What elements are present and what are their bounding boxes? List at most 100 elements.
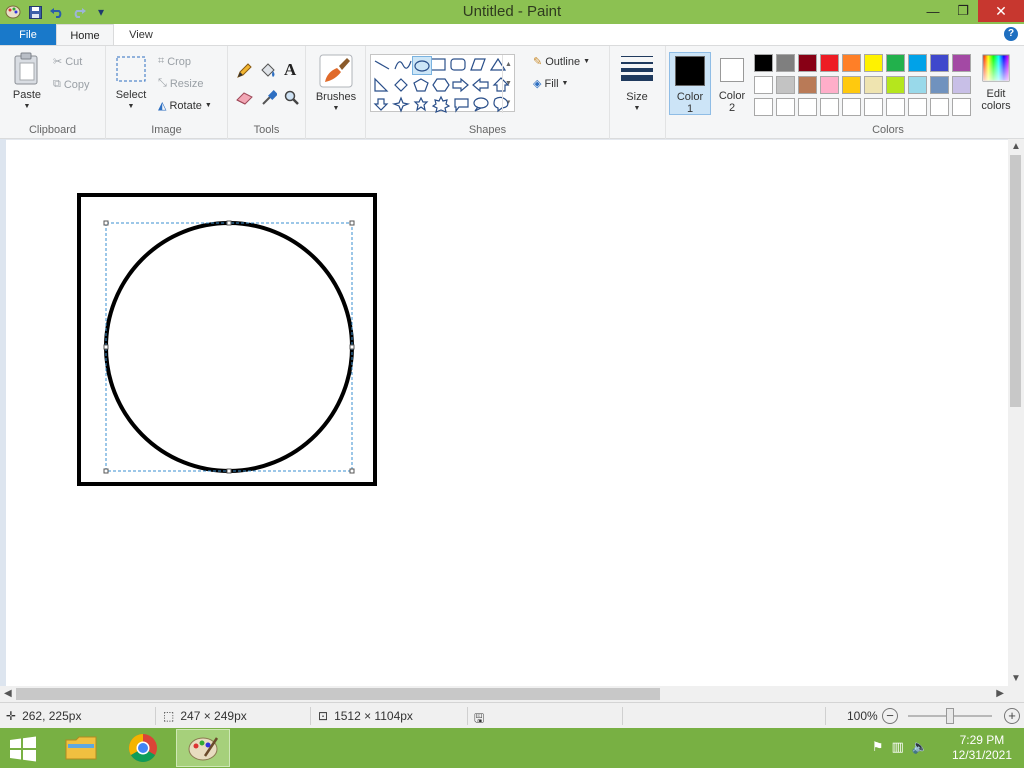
palette-swatch[interactable] bbox=[798, 98, 817, 116]
edit-colors-label-2: colors bbox=[981, 100, 1011, 112]
palette-swatch[interactable] bbox=[864, 54, 883, 72]
select-button[interactable]: Select ▼ bbox=[114, 56, 148, 113]
windows-logo-icon bbox=[10, 736, 36, 762]
palette-swatch[interactable] bbox=[908, 76, 927, 94]
palette-swatch[interactable] bbox=[886, 98, 905, 116]
palette-swatch[interactable] bbox=[754, 54, 773, 72]
magnifier-icon[interactable] bbox=[284, 90, 300, 109]
minimize-button[interactable]: — bbox=[918, 0, 948, 22]
palette-swatch[interactable] bbox=[908, 54, 927, 72]
palette-swatch[interactable] bbox=[820, 98, 839, 116]
vertical-scrollbar[interactable]: ▲ ▼ bbox=[1008, 139, 1024, 686]
chrome-taskbar-button[interactable] bbox=[116, 729, 170, 767]
tab-home[interactable]: Home bbox=[56, 24, 114, 46]
volume-muted-icon[interactable]: 🔈 bbox=[912, 739, 928, 755]
fill-button[interactable]: ◈ Fill ▼ bbox=[533, 77, 568, 91]
palette-swatch[interactable] bbox=[842, 98, 861, 116]
edit-colors-button[interactable]: Edit colors bbox=[976, 54, 1016, 112]
brushes-label: Brushes bbox=[315, 91, 357, 103]
outline-label: Outline bbox=[545, 55, 581, 68]
close-button[interactable]: ✕ bbox=[978, 0, 1024, 22]
resize-label: Resize bbox=[169, 77, 204, 90]
palette-swatch[interactable] bbox=[798, 54, 817, 72]
palette-swatch[interactable] bbox=[776, 54, 795, 72]
zoom-out-button[interactable]: − bbox=[882, 708, 898, 724]
palette-swatch[interactable] bbox=[864, 76, 883, 94]
tab-view[interactable]: View bbox=[118, 24, 164, 46]
scroll-down-icon[interactable]: ▼ bbox=[1011, 673, 1021, 684]
scroll-corner bbox=[1008, 686, 1024, 702]
image-size-value: 1512 × 1104px bbox=[334, 709, 413, 723]
palette-swatch[interactable] bbox=[842, 76, 861, 94]
action-center-icon[interactable]: ⚑ bbox=[872, 739, 884, 755]
horizontal-scroll-thumb[interactable] bbox=[16, 688, 660, 700]
shapes-scroll[interactable]: ▲ ▼ ▾ bbox=[502, 55, 514, 113]
palette-swatch[interactable] bbox=[930, 98, 949, 116]
palette-swatch[interactable] bbox=[776, 76, 795, 94]
system-tray: ⚑ ▥ 🔈 bbox=[872, 739, 928, 755]
size-button[interactable]: Size ▼ bbox=[618, 54, 656, 115]
scroll-right-icon[interactable]: ▶ bbox=[996, 688, 1004, 699]
ellipse-shape-button[interactable] bbox=[412, 56, 432, 75]
color2-button[interactable]: Color 2 bbox=[714, 52, 750, 115]
palette-swatch[interactable] bbox=[886, 76, 905, 94]
rotate-label: Rotate bbox=[169, 99, 202, 112]
palette-swatch[interactable] bbox=[952, 98, 971, 116]
help-button[interactable]: ? bbox=[1004, 27, 1018, 41]
palette-swatch[interactable] bbox=[930, 54, 949, 72]
palette-swatch[interactable] bbox=[776, 98, 795, 116]
scroll-left-icon[interactable]: ◀ bbox=[4, 688, 12, 699]
file-explorer-taskbar-button[interactable] bbox=[54, 729, 108, 767]
select-icon bbox=[116, 56, 146, 82]
network-icon[interactable]: ▥ bbox=[892, 739, 904, 755]
color-picker-icon[interactable] bbox=[261, 90, 278, 109]
outline-button[interactable]: ✎ Outline ▼ bbox=[533, 55, 590, 69]
tab-file[interactable]: File bbox=[0, 24, 56, 46]
brush-icon bbox=[319, 54, 353, 88]
eraser-icon[interactable] bbox=[236, 91, 254, 108]
brushes-button[interactable]: Brushes ▼ bbox=[314, 54, 358, 115]
zoom-slider-thumb[interactable] bbox=[946, 708, 954, 724]
crop-button[interactable]: ⌗ Crop bbox=[158, 55, 191, 68]
paint-taskbar-button[interactable] bbox=[176, 729, 230, 767]
fill-bucket-icon[interactable] bbox=[259, 62, 277, 83]
scroll-up-icon[interactable]: ▲ bbox=[1011, 141, 1021, 152]
clock-time: 7:29 PM bbox=[959, 733, 1005, 747]
drawn-circle bbox=[104, 221, 354, 473]
horizontal-scrollbar[interactable]: ◀ ▶ bbox=[0, 686, 1008, 702]
palette-swatch[interactable] bbox=[886, 54, 905, 72]
palette-swatch[interactable] bbox=[908, 98, 927, 116]
taskbar-clock[interactable]: 7:29 PM 12/31/2021 bbox=[952, 733, 1012, 763]
paste-button[interactable]: Paste ▼ bbox=[8, 52, 46, 113]
color1-label: Color bbox=[676, 91, 704, 103]
start-button[interactable] bbox=[8, 736, 38, 762]
palette-swatch[interactable] bbox=[754, 76, 773, 94]
file-size: 🖫 bbox=[474, 709, 484, 730]
palette-swatch[interactable] bbox=[952, 54, 971, 72]
image-size-icon: ⊡ bbox=[318, 709, 329, 723]
drawing-canvas[interactable] bbox=[0, 140, 1008, 687]
text-tool-icon[interactable]: A bbox=[284, 60, 296, 80]
palette-swatch[interactable] bbox=[798, 76, 817, 94]
palette-swatch[interactable] bbox=[864, 98, 883, 116]
pencil-icon[interactable] bbox=[236, 63, 252, 82]
rotate-button[interactable]: ◭ Rotate ▼ bbox=[158, 99, 212, 113]
palette-swatch[interactable] bbox=[952, 76, 971, 94]
select-dropdown-icon: ▼ bbox=[127, 103, 135, 110]
selection-size-icon: ⬚ bbox=[163, 709, 175, 723]
palette-swatch[interactable] bbox=[820, 54, 839, 72]
vertical-scroll-thumb[interactable] bbox=[1010, 155, 1021, 407]
color1-button[interactable]: Color 1 bbox=[669, 52, 711, 115]
cut-button[interactable]: ✂ Cut bbox=[53, 55, 82, 69]
palette-swatch[interactable] bbox=[930, 76, 949, 94]
palette-swatch[interactable] bbox=[820, 76, 839, 94]
maximize-button[interactable]: ❐ bbox=[948, 0, 978, 22]
copy-button[interactable]: ⧉ Copy bbox=[53, 78, 90, 91]
zoom-in-button[interactable]: + bbox=[1004, 708, 1020, 724]
palette-swatch[interactable] bbox=[842, 54, 861, 72]
paste-dropdown-icon: ▼ bbox=[23, 103, 31, 110]
canvas-area[interactable] bbox=[0, 139, 1008, 686]
cursor-position: ✛ 262, 225px bbox=[6, 709, 81, 723]
resize-button[interactable]: ⤡ Resize bbox=[158, 77, 203, 90]
palette-swatch[interactable] bbox=[754, 98, 773, 116]
